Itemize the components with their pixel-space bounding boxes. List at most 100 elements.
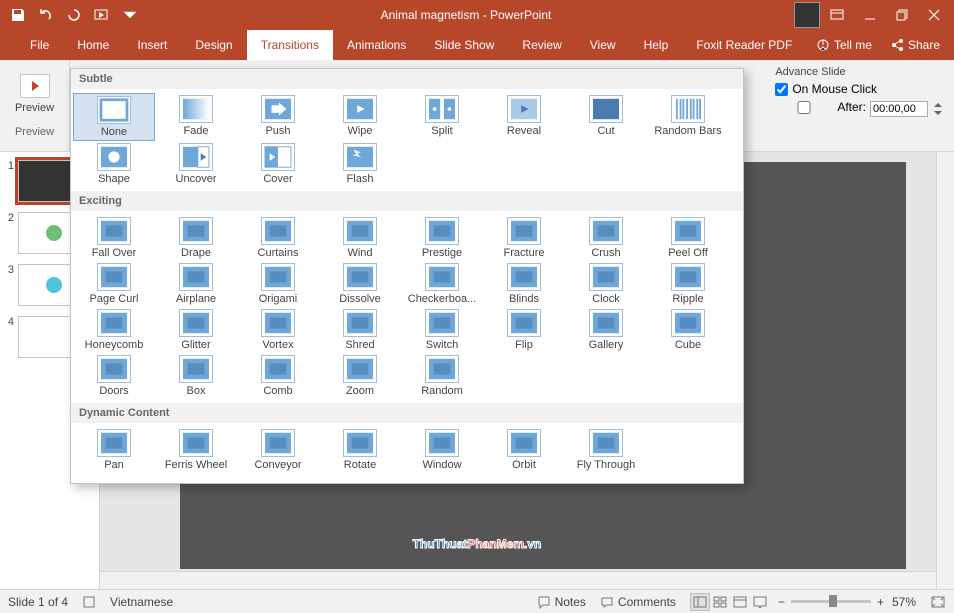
transition-icon — [179, 309, 213, 337]
status-bar: Slide 1 of 4 Vietnamese Notes Comments −… — [0, 589, 954, 613]
transition-icon — [261, 143, 295, 171]
transition-shred[interactable]: Shred — [319, 307, 401, 353]
transition-label: Shape — [98, 173, 130, 185]
tab-animations[interactable]: Animations — [333, 30, 420, 60]
tab-view[interactable]: View — [576, 30, 630, 60]
after-time-input[interactable] — [870, 101, 928, 117]
transition-push[interactable]: Push — [237, 93, 319, 141]
transition-origami[interactable]: Origami — [237, 261, 319, 307]
start-from-beginning-button[interactable] — [94, 7, 110, 23]
transition-conveyor[interactable]: Conveyor — [237, 427, 319, 473]
transition-fall-over[interactable]: Fall Over — [73, 215, 155, 261]
zoom-out-button[interactable]: − — [778, 595, 785, 609]
transition-vortex[interactable]: Vortex — [237, 307, 319, 353]
preview-button[interactable]: Preview — [15, 74, 54, 114]
transition-pan[interactable]: Pan — [73, 427, 155, 473]
zoom-slider[interactable] — [791, 600, 871, 603]
zoom-in-button[interactable]: + — [877, 595, 884, 609]
transition-box[interactable]: Box — [155, 353, 237, 399]
language-indicator[interactable]: Vietnamese — [110, 595, 173, 609]
tab-slide-show[interactable]: Slide Show — [420, 30, 508, 60]
tab-insert[interactable]: Insert — [123, 30, 181, 60]
user-avatar[interactable] — [794, 2, 820, 28]
transition-fracture[interactable]: Fracture — [483, 215, 565, 261]
transition-window[interactable]: Window — [401, 427, 483, 473]
transition-peel-off[interactable]: Peel Off — [647, 215, 729, 261]
transition-switch[interactable]: Switch — [401, 307, 483, 353]
notes-button[interactable]: Notes — [537, 595, 586, 609]
transition-flash[interactable]: Flash — [319, 141, 401, 187]
transition-uncover[interactable]: Uncover — [155, 141, 237, 187]
transition-blinds[interactable]: Blinds — [483, 261, 565, 307]
transition-fly-through[interactable]: Fly Through — [565, 427, 647, 473]
transition-shape[interactable]: Shape — [73, 141, 155, 187]
tab-design[interactable]: Design — [181, 30, 246, 60]
transition-label: Honeycomb — [85, 339, 144, 351]
transition-label: Wind — [347, 247, 372, 259]
transition-reveal[interactable]: Reveal — [483, 93, 565, 141]
after-checkbox[interactable]: After: — [775, 100, 866, 114]
transition-random[interactable]: Random — [401, 353, 483, 399]
transition-split[interactable]: Split — [401, 93, 483, 141]
transition-airplane[interactable]: Airplane — [155, 261, 237, 307]
zoom-level[interactable]: 57% — [892, 595, 916, 609]
transition-curtains[interactable]: Curtains — [237, 215, 319, 261]
transition-honeycomb[interactable]: Honeycomb — [73, 307, 155, 353]
spell-check-icon[interactable] — [82, 595, 96, 609]
slide-sorter-button[interactable] — [710, 593, 730, 611]
transition-none[interactable]: None — [73, 93, 155, 141]
transition-flip[interactable]: Flip — [483, 307, 565, 353]
redo-button[interactable] — [66, 7, 82, 23]
vertical-scrollbar[interactable] — [936, 152, 954, 589]
transition-dissolve[interactable]: Dissolve — [319, 261, 401, 307]
transition-gallery[interactable]: Gallery — [565, 307, 647, 353]
transition-page-curl[interactable]: Page Curl — [73, 261, 155, 307]
save-button[interactable] — [10, 7, 26, 23]
transition-clock[interactable]: Clock — [565, 261, 647, 307]
restore-button[interactable] — [896, 9, 908, 21]
transition-cut[interactable]: Cut — [565, 93, 647, 141]
transition-wipe[interactable]: Wipe — [319, 93, 401, 141]
ribbon-display-options-button[interactable] — [830, 8, 844, 22]
transition-ripple[interactable]: Ripple — [647, 261, 729, 307]
minimize-button[interactable] — [864, 9, 876, 21]
transition-drape[interactable]: Drape — [155, 215, 237, 261]
transition-comb[interactable]: Comb — [237, 353, 319, 399]
tab-foxit[interactable]: Foxit Reader PDF — [682, 30, 806, 60]
transition-doors[interactable]: Doors — [73, 353, 155, 399]
tell-me-button[interactable]: Tell me — [816, 38, 872, 52]
tab-file[interactable]: File — [16, 30, 63, 60]
transition-icon — [343, 143, 377, 171]
transition-orbit[interactable]: Orbit — [483, 427, 565, 473]
tab-review[interactable]: Review — [508, 30, 575, 60]
slideshow-button[interactable] — [750, 593, 770, 611]
transition-zoom[interactable]: Zoom — [319, 353, 401, 399]
undo-button[interactable] — [38, 7, 54, 23]
transition-fade[interactable]: Fade — [155, 93, 237, 141]
transition-cover[interactable]: Cover — [237, 141, 319, 187]
tab-help[interactable]: Help — [630, 30, 683, 60]
transition-checkerboa-[interactable]: Checkerboa... — [401, 261, 483, 307]
qat-more-icon[interactable] — [122, 7, 138, 23]
share-button[interactable]: Share — [890, 38, 940, 52]
transition-random-bars[interactable]: Random Bars — [647, 93, 729, 141]
transition-glitter[interactable]: Glitter — [155, 307, 237, 353]
tab-home[interactable]: Home — [63, 30, 123, 60]
transition-cube[interactable]: Cube — [647, 307, 729, 353]
transition-icon — [343, 95, 377, 123]
transition-crush[interactable]: Crush — [565, 215, 647, 261]
tab-transitions[interactable]: Transitions — [247, 30, 333, 60]
transition-prestige[interactable]: Prestige — [401, 215, 483, 261]
transition-rotate[interactable]: Rotate — [319, 427, 401, 473]
on-mouse-click-checkbox[interactable]: On Mouse Click — [775, 82, 944, 96]
horizontal-scrollbar[interactable] — [100, 571, 936, 589]
reading-view-button[interactable] — [730, 593, 750, 611]
transition-wind[interactable]: Wind — [319, 215, 401, 261]
comments-button[interactable]: Comments — [600, 595, 676, 609]
spinner-icon[interactable] — [932, 100, 944, 118]
slide-counter[interactable]: Slide 1 of 4 — [8, 595, 68, 609]
close-button[interactable] — [928, 9, 940, 21]
transition-ferris-wheel[interactable]: Ferris Wheel — [155, 427, 237, 473]
normal-view-button[interactable] — [690, 593, 710, 611]
fit-to-window-button[interactable] — [930, 595, 946, 609]
